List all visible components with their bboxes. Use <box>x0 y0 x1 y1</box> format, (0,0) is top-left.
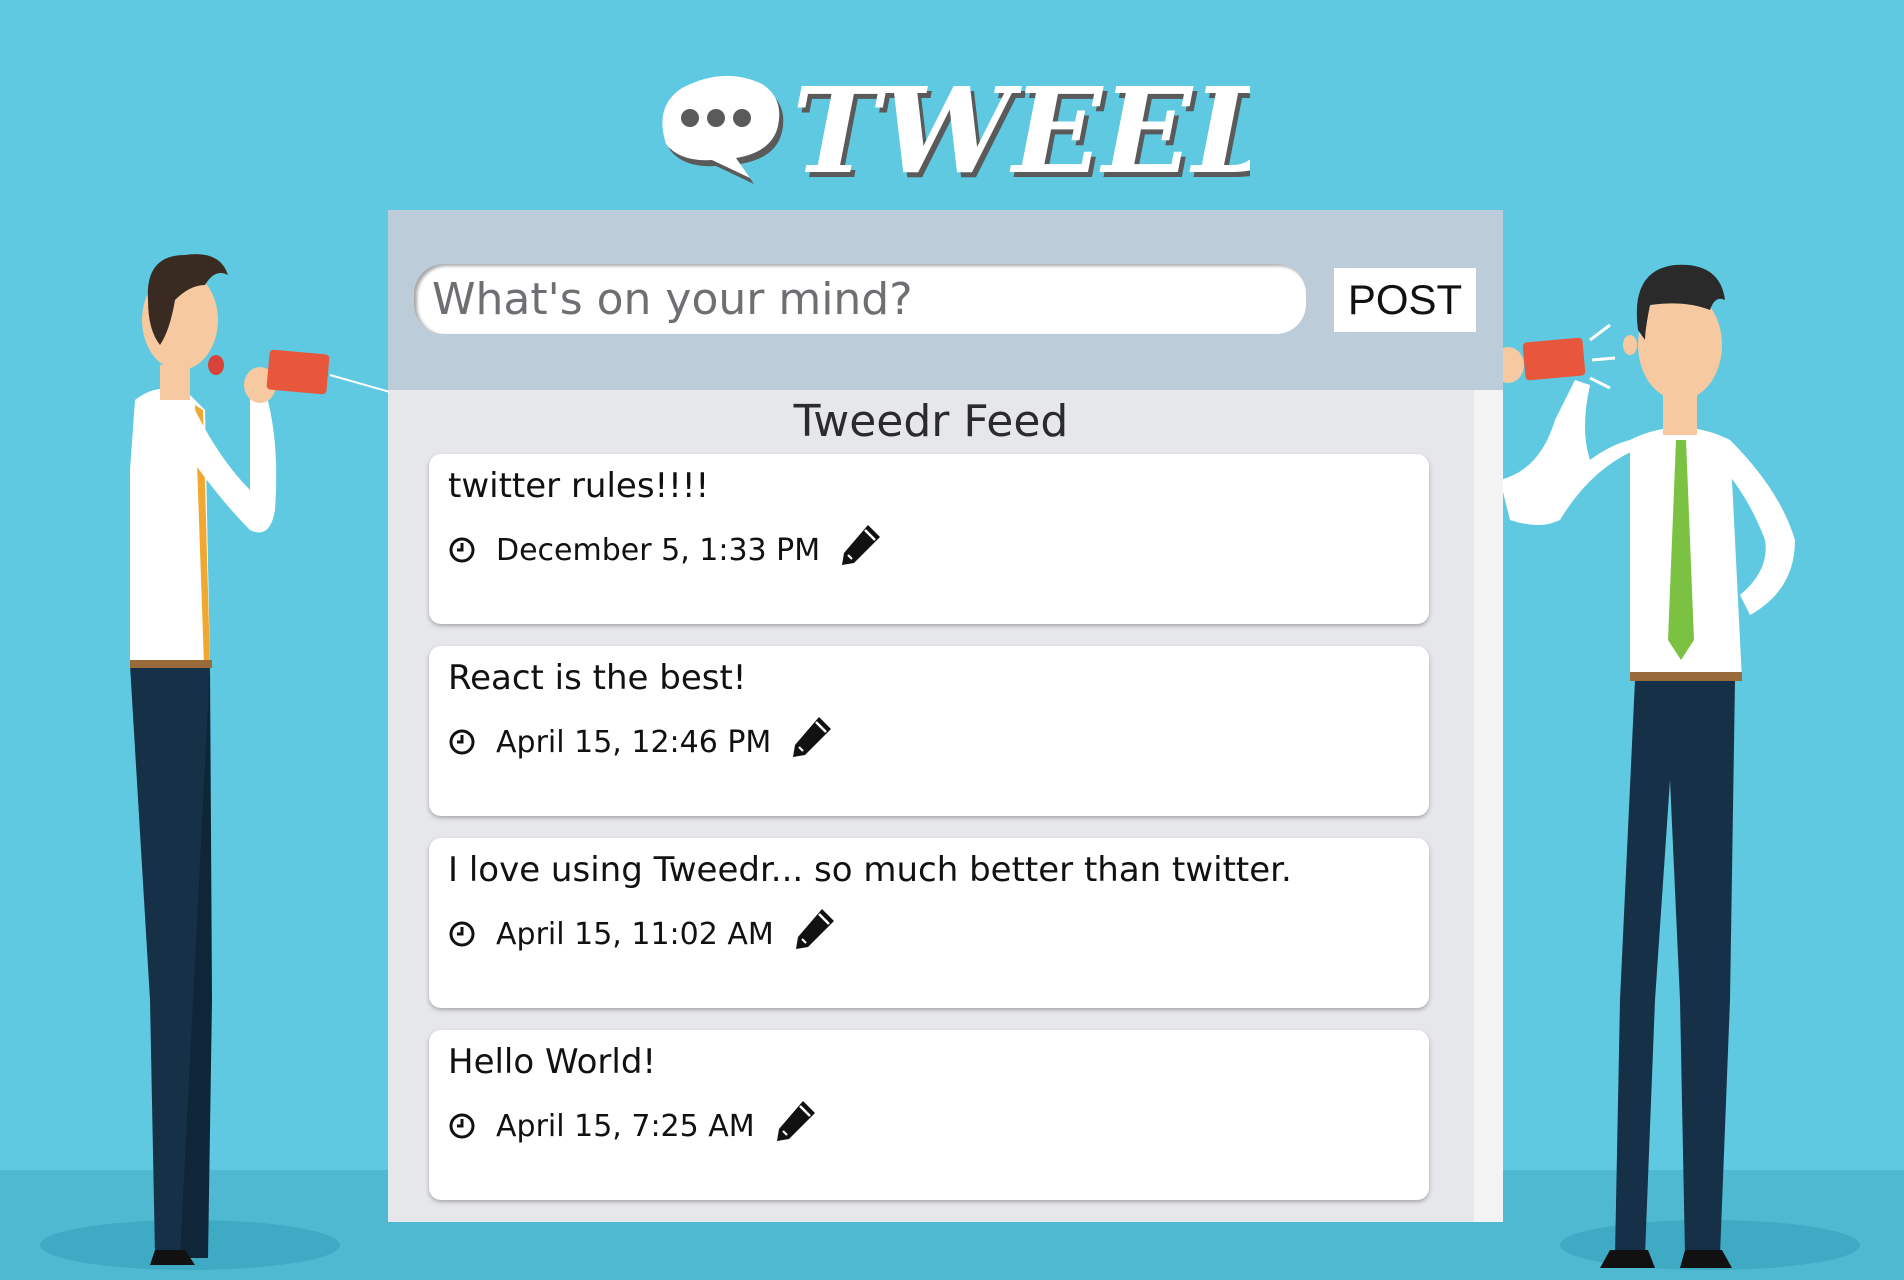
tweet-meta: April 15, 7:25 AM <box>448 1101 819 1149</box>
pencil-icon[interactable] <box>838 521 884 567</box>
tweet-card: React is the best! April 15, 12:46 PM <box>429 646 1429 816</box>
feed-title: Tweedr Feed <box>793 396 1069 447</box>
chat-bubble-icon <box>662 75 784 184</box>
tweet-text: I love using Tweedr... so much better th… <box>448 850 1292 890</box>
pencil-icon[interactable] <box>789 713 835 759</box>
tweet-timestamp: April 15, 11:02 AM <box>496 916 774 952</box>
clock-icon <box>448 536 476 564</box>
feed-list: twitter rules!!!! December 5, 1:33 PM Re… <box>429 454 1429 1222</box>
logo-wordmark: TWEEDR <box>792 61 1250 198</box>
tweet-timestamp: December 5, 1:33 PM <box>496 532 821 568</box>
composer-bar: POST <box>388 210 1503 390</box>
illustration-man-right <box>1480 0 1880 1280</box>
tweet-meta: April 15, 11:02 AM <box>448 909 838 957</box>
tweet-card: I love using Tweedr... so much better th… <box>429 838 1429 1008</box>
tweet-text: Hello World! <box>448 1042 657 1082</box>
tweet-timestamp: April 15, 12:46 PM <box>496 724 772 760</box>
pencil-icon[interactable] <box>792 905 838 951</box>
tweet-timestamp: April 15, 7:25 AM <box>496 1108 755 1144</box>
tweedr-logo: TWEEDR TWEEDR <box>650 48 1250 198</box>
clock-icon <box>448 728 476 756</box>
tweet-card: Hello World! April 15, 7:25 AM <box>429 1030 1429 1200</box>
post-button[interactable]: POST <box>1334 268 1476 332</box>
tweet-text: React is the best! <box>448 658 747 698</box>
tweet-text: twitter rules!!!! <box>448 466 710 506</box>
clock-icon <box>448 1112 476 1140</box>
tweedr-logo-graphic: TWEEDR TWEEDR <box>662 61 1250 198</box>
clock-icon <box>448 920 476 948</box>
feed-scrollbar[interactable] <box>1474 390 1503 1222</box>
tweet-meta: December 5, 1:33 PM <box>448 525 884 573</box>
tweet-input[interactable] <box>414 264 1306 334</box>
main-panel: POST Tweedr Feed twitter rules!!!! Decem… <box>388 210 1503 1222</box>
pencil-icon[interactable] <box>773 1097 819 1143</box>
tweet-card: twitter rules!!!! December 5, 1:33 PM <box>429 454 1429 624</box>
tweet-meta: April 15, 12:46 PM <box>448 717 835 765</box>
